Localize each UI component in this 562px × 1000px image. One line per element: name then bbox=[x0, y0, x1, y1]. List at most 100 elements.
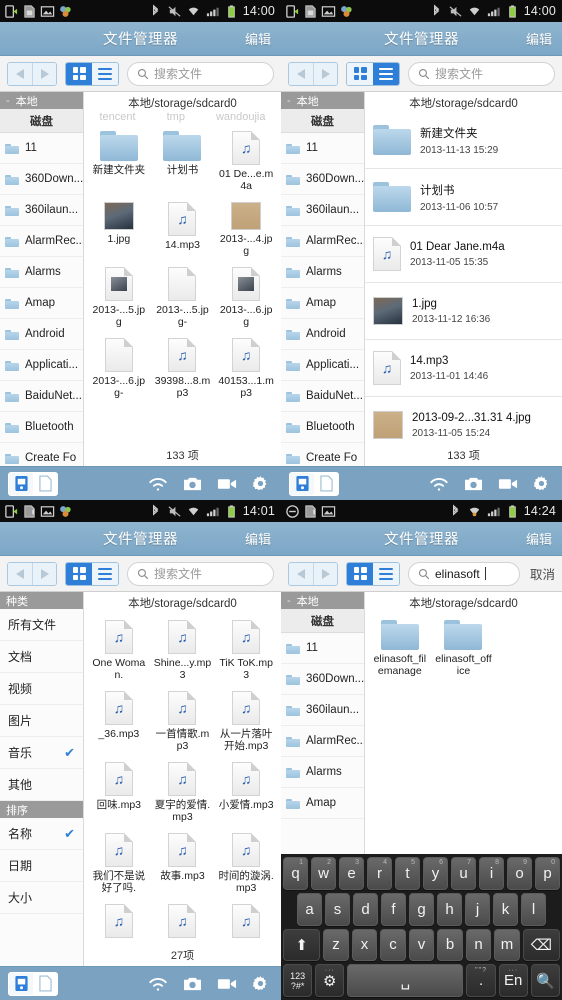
file-page-button[interactable] bbox=[33, 973, 57, 995]
camera-icon[interactable] bbox=[183, 476, 202, 492]
gear-icon[interactable] bbox=[252, 975, 269, 992]
list-item[interactable]: ♫ 14.mp3 2013-11-01 14:46 bbox=[365, 340, 562, 397]
file-item[interactable]: 2013-...5.jpg- bbox=[151, 263, 215, 334]
sidebar-item[interactable]: AlarmRec... bbox=[281, 726, 364, 757]
sidebar-subheader[interactable]: 磁盘 bbox=[0, 109, 83, 133]
forward-button[interactable] bbox=[32, 562, 56, 585]
file-item[interactable]: 2013-...6.jpg bbox=[214, 263, 278, 334]
collapse-dash-icon[interactable]: - bbox=[287, 95, 291, 107]
file-item[interactable]: 新建文件夹 bbox=[87, 127, 151, 198]
sidebar-item[interactable]: Applicati... bbox=[0, 350, 83, 381]
sidebar-subheader[interactable]: 磁盘 bbox=[281, 609, 364, 633]
sidebar-item[interactable]: Applicati... bbox=[281, 350, 364, 381]
search-key[interactable]: 🔍 bbox=[530, 964, 560, 997]
sidebar-item[interactable]: 11 bbox=[281, 633, 364, 664]
key-u[interactable]: 7u bbox=[451, 857, 476, 890]
list-view-button[interactable] bbox=[92, 562, 118, 585]
sidebar-filter-item[interactable]: 大小 bbox=[0, 882, 83, 914]
file-item[interactable]: ♫ 从一片落叶开始.mp3 bbox=[214, 687, 278, 758]
file-item[interactable]: ♫ Shine...y.mp3 bbox=[151, 616, 215, 687]
file-item[interactable]: 2013-...5.jpg bbox=[87, 263, 151, 334]
key-w[interactable]: 2w bbox=[311, 857, 336, 890]
video-camera-icon[interactable] bbox=[217, 977, 237, 991]
wifi-share-icon[interactable] bbox=[148, 476, 168, 492]
list-item[interactable]: 1.jpg 2013-11-12 16:36 bbox=[365, 283, 562, 340]
sidebar-filter-item[interactable]: 文档 bbox=[0, 641, 83, 673]
sidebar-filter-item[interactable]: 音乐 ✔ bbox=[0, 737, 83, 769]
camera-icon[interactable] bbox=[464, 476, 483, 492]
sidebar-item[interactable]: Android bbox=[0, 319, 83, 350]
forward-button[interactable] bbox=[32, 62, 56, 85]
back-button[interactable] bbox=[8, 562, 32, 585]
grid-view-button[interactable] bbox=[66, 62, 92, 85]
list-view-button[interactable] bbox=[373, 62, 399, 85]
video-camera-icon[interactable] bbox=[217, 477, 237, 491]
sidebar-item[interactable]: 11 bbox=[281, 133, 364, 164]
wifi-share-icon[interactable] bbox=[148, 976, 168, 992]
edit-button[interactable]: 编辑 bbox=[245, 529, 271, 548]
sidebar-item[interactable]: 360Down... bbox=[281, 664, 364, 695]
key-l[interactable]: l bbox=[521, 892, 546, 926]
key-x[interactable]: x bbox=[351, 928, 378, 962]
wifi-share-icon[interactable] bbox=[429, 476, 449, 492]
sidebar-item[interactable]: Amap bbox=[281, 788, 364, 819]
file-item[interactable]: 2013-...4.jpg bbox=[214, 198, 278, 263]
file-item[interactable]: ♫ 01 De...e.m4a bbox=[214, 127, 278, 198]
key-j[interactable]: j bbox=[465, 892, 490, 926]
file-item[interactable]: ♫ TiK ToK.mp3 bbox=[214, 616, 278, 687]
key-k[interactable]: k bbox=[493, 892, 518, 926]
file-item[interactable]: ♫ 一首情歌.mp3 bbox=[151, 687, 215, 758]
key-i[interactable]: 8i bbox=[479, 857, 504, 890]
file-item[interactable]: ♫ _36.mp3 bbox=[87, 687, 151, 758]
key-e[interactable]: 3e bbox=[339, 857, 364, 890]
file-item[interactable]: ♫ bbox=[151, 900, 215, 947]
key-d[interactable]: d bbox=[353, 892, 378, 926]
sidebar-item[interactable]: Android bbox=[281, 319, 364, 350]
device-storage-button[interactable] bbox=[9, 472, 33, 495]
key-b[interactable]: b bbox=[437, 928, 463, 962]
gear-icon[interactable] bbox=[533, 475, 550, 492]
file-item[interactable]: ♫ 14.mp3 bbox=[151, 198, 215, 263]
file-item[interactable]: ♫ bbox=[87, 900, 151, 947]
list-item[interactable]: 计划书 2013-11-06 10:57 bbox=[365, 169, 562, 226]
file-item[interactable]: ♫ 回味.mp3 bbox=[87, 758, 151, 829]
file-item[interactable]: 1.jpg bbox=[87, 198, 151, 263]
key-p[interactable]: 0p bbox=[535, 857, 560, 890]
key-a[interactable]: a bbox=[297, 892, 322, 926]
edit-button[interactable]: 编辑 bbox=[526, 29, 552, 48]
sidebar-filter-item[interactable]: 图片 bbox=[0, 705, 83, 737]
key-t[interactable]: 5t bbox=[395, 857, 420, 890]
edit-button[interactable]: 编辑 bbox=[245, 29, 271, 48]
file-item[interactable]: ♫ 故事.mp3 bbox=[151, 829, 215, 900]
sidebar-item[interactable]: 360ilaun... bbox=[0, 195, 83, 226]
cancel-button[interactable]: 取消 bbox=[528, 564, 555, 583]
search-input[interactable]: 搜索文件 bbox=[127, 61, 274, 86]
sidebar-filter-item[interactable]: 视频 bbox=[0, 673, 83, 705]
sidebar-item[interactable]: 360Down... bbox=[0, 164, 83, 195]
keyboard-settings-key[interactable]: ··· ⚙ bbox=[315, 964, 345, 997]
key-h[interactable]: h bbox=[437, 892, 462, 926]
search-input[interactable]: 搜索文件 bbox=[127, 561, 274, 586]
file-item[interactable]: ♫ bbox=[214, 900, 278, 947]
video-camera-icon[interactable] bbox=[498, 477, 518, 491]
file-item[interactable]: ♫ 夏宇的爱情.mp3 bbox=[151, 758, 215, 829]
list-view-button[interactable] bbox=[92, 62, 118, 85]
sidebar-item[interactable]: BaiduNet... bbox=[281, 381, 364, 412]
forward-button[interactable] bbox=[313, 562, 337, 585]
camera-icon[interactable] bbox=[183, 976, 202, 992]
sidebar-item[interactable]: Alarms bbox=[0, 257, 83, 288]
back-button[interactable] bbox=[289, 62, 313, 85]
file-item[interactable]: 2013-...6.jpg- bbox=[87, 334, 151, 405]
device-storage-button[interactable] bbox=[290, 472, 314, 495]
key-c[interactable]: c bbox=[380, 928, 406, 962]
backspace-key[interactable]: ⌫ bbox=[522, 928, 560, 962]
sidebar-item[interactable]: BaiduNet... bbox=[0, 381, 83, 412]
space-key[interactable]: ␣ bbox=[347, 964, 464, 997]
sidebar-item[interactable]: AlarmRec... bbox=[0, 226, 83, 257]
onscreen-keyboard[interactable]: 1 q 2 w 3 e 4 r 5 t 6 y 7 u 8 i 9 o 0 p a s d f g h j k l ⬆ z x c v b n m ⌫ 12… bbox=[281, 854, 562, 1000]
sidebar-item[interactable]: Amap bbox=[281, 288, 364, 319]
file-item[interactable]: elinasoft_filemanage bbox=[368, 616, 432, 683]
file-item[interactable]: ♫ 39398...8.mp3 bbox=[151, 334, 215, 405]
key-z[interactable]: z bbox=[323, 928, 349, 962]
file-item[interactable]: 计划书 bbox=[151, 127, 215, 198]
